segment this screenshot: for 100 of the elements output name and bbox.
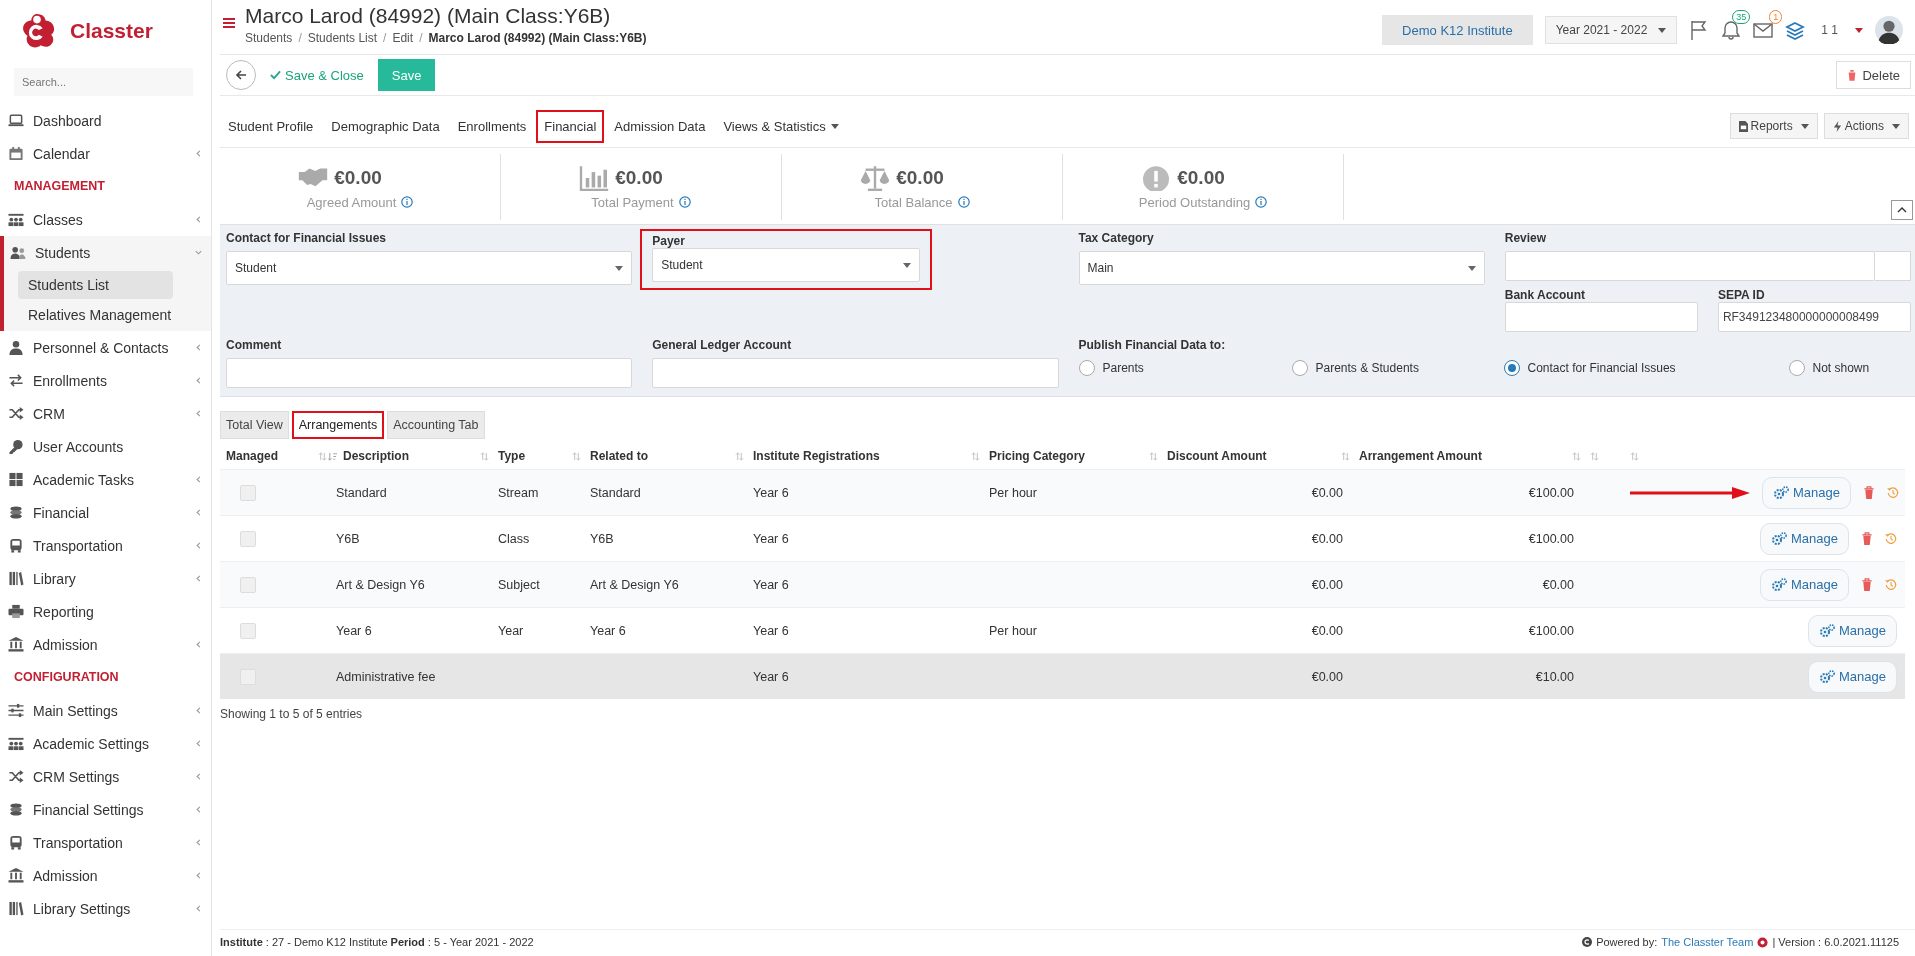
user-menu[interactable]: 1 1 xyxy=(1821,23,1838,37)
bell-icon[interactable] xyxy=(1721,20,1742,40)
sort-icon[interactable] xyxy=(572,451,581,461)
breadcrumb-link[interactable]: Students List xyxy=(307,31,378,45)
info-icon[interactable] xyxy=(401,196,414,208)
sidebar-item[interactable]: Calendar xyxy=(0,137,211,170)
history-icon[interactable] xyxy=(1885,578,1897,591)
column-header[interactable]: Description xyxy=(343,449,480,463)
tab[interactable]: Student Profile xyxy=(220,111,322,141)
manage-button[interactable]: Manage xyxy=(1760,522,1849,555)
checkbox[interactable] xyxy=(240,622,256,639)
column-header[interactable]: Pricing Category xyxy=(989,449,1149,463)
checkbox[interactable] xyxy=(240,484,256,501)
delete-button[interactable]: Delete xyxy=(1836,61,1911,89)
tab[interactable]: Total View xyxy=(220,411,289,439)
sidebar-item[interactable]: Classes xyxy=(0,203,211,236)
collapse-button[interactable] xyxy=(1891,200,1913,220)
sort-icon[interactable] xyxy=(971,451,980,461)
column-header[interactable]: Institute Registrations xyxy=(753,449,971,463)
sort-icon[interactable] xyxy=(328,451,337,461)
sidebar-item[interactable]: CRM Settings xyxy=(0,760,211,793)
tab[interactable]: Accounting Tab xyxy=(387,411,485,439)
sort-icon[interactable] xyxy=(1572,451,1581,461)
radio-button[interactable] xyxy=(1788,360,1805,376)
envelope-icon[interactable] xyxy=(1753,20,1774,40)
reports-button[interactable]: Reports xyxy=(1729,113,1818,139)
search-field[interactable]: Search... xyxy=(14,68,193,96)
column-header[interactable]: Related to xyxy=(590,449,735,463)
trash-icon[interactable] xyxy=(1861,578,1873,591)
sidebar-item[interactable]: Financial Settings xyxy=(0,793,211,826)
sidebar-item[interactable]: CRM xyxy=(0,397,211,430)
breadcrumb-link[interactable]: Edit xyxy=(392,31,414,45)
sidebar-item[interactable]: Admission xyxy=(0,859,211,892)
sidebar-item[interactable]: Enrollments xyxy=(0,364,211,397)
sidebar-item[interactable]: Transportation xyxy=(0,826,211,859)
caret-icon[interactable] xyxy=(1855,27,1863,33)
history-icon[interactable] xyxy=(1887,486,1899,499)
year-dropdown[interactable]: Year 2021 - 2022 xyxy=(1544,16,1678,44)
checkbox[interactable] xyxy=(240,576,256,593)
contact-dropdown[interactable]: Student xyxy=(226,251,633,285)
sidebar-item[interactable]: Personnel & Contacts xyxy=(0,331,211,364)
sidebar-subitem[interactable]: Relatives Management xyxy=(18,301,173,329)
sidebar-item[interactable]: Reporting xyxy=(0,595,211,628)
trash-icon[interactable] xyxy=(1863,486,1875,499)
sidebar-item[interactable]: Academic Settings xyxy=(0,727,211,760)
back-button[interactable] xyxy=(226,60,256,90)
manage-button[interactable]: Manage xyxy=(1762,476,1851,509)
manage-button[interactable]: Manage xyxy=(1760,568,1849,601)
sidebar-item[interactable]: Library xyxy=(0,562,211,595)
ledger-account-field[interactable] xyxy=(652,358,1059,388)
column-header[interactable]: Type xyxy=(498,449,572,463)
sort-icon[interactable] xyxy=(1630,451,1639,461)
sidebar-item[interactable]: Financial xyxy=(0,496,211,529)
review-field[interactable] xyxy=(1504,251,1875,281)
table-row[interactable]: Standard Stream Standard Year 6 Per hour €0.00 €100.00 Manage xyxy=(220,469,1905,515)
menu-icon[interactable] xyxy=(223,18,235,28)
trash-icon[interactable] xyxy=(1861,532,1873,545)
radio-button[interactable] xyxy=(1503,360,1520,376)
avatar-icon[interactable] xyxy=(1875,16,1903,44)
comment-field[interactable] xyxy=(226,358,633,388)
manage-button[interactable]: Manage xyxy=(1808,614,1897,647)
sidebar-subitem[interactable]: Students List xyxy=(18,271,173,299)
radio-button[interactable] xyxy=(1078,360,1095,376)
column-header[interactable]: Arrangement Amount xyxy=(1359,449,1572,463)
bank-account-field[interactable] xyxy=(1504,302,1698,332)
layers-icon[interactable] xyxy=(1785,20,1806,40)
sidebar-item[interactable]: Dashboard xyxy=(0,104,211,137)
sidebar-item[interactable]: Academic Tasks xyxy=(0,463,211,496)
sort-icon[interactable] xyxy=(318,451,327,461)
tab[interactable]: Arrangements xyxy=(291,411,385,439)
tax-category-dropdown[interactable]: Main xyxy=(1078,251,1485,285)
tab[interactable]: Admission Data xyxy=(606,111,714,141)
column-header[interactable]: Managed xyxy=(226,449,318,463)
sidebar-item[interactable]: User Accounts xyxy=(0,430,211,463)
payer-dropdown[interactable]: Student xyxy=(652,248,921,282)
sort-icon[interactable] xyxy=(1590,451,1599,461)
history-icon[interactable] xyxy=(1885,532,1897,545)
actions-button[interactable]: Actions xyxy=(1823,113,1909,139)
table-row[interactable]: Art & Design Y6 Subject Art & Design Y6 Year 6 €0.00 €0.00 Manage xyxy=(220,561,1905,607)
radio-button[interactable] xyxy=(1291,360,1308,376)
sort-icon[interactable] xyxy=(1149,451,1158,461)
manage-button[interactable]: Manage xyxy=(1808,660,1897,693)
sidebar-item[interactable]: Library Settings xyxy=(0,892,211,925)
sidebar-item[interactable]: Main Settings xyxy=(0,694,211,727)
info-icon[interactable] xyxy=(1255,196,1268,208)
tab[interactable]: Financial xyxy=(536,109,605,143)
tab[interactable]: Demographic Data xyxy=(323,111,448,141)
institute-button[interactable]: Demo K12 Institute xyxy=(1382,15,1533,45)
tab[interactable]: Enrollments xyxy=(449,111,535,141)
info-icon[interactable] xyxy=(957,196,970,208)
team-link[interactable]: The Classter Team xyxy=(1661,936,1754,948)
sidebar-item[interactable]: Students xyxy=(4,236,211,269)
sidebar-item[interactable]: Admission xyxy=(0,628,211,661)
checkbox[interactable] xyxy=(240,530,256,547)
column-header[interactable]: Discount Amount xyxy=(1167,449,1341,463)
tab[interactable]: Views & Statistics xyxy=(715,111,847,141)
sidebar-item[interactable]: Transportation xyxy=(0,529,211,562)
breadcrumb-link[interactable]: Students xyxy=(245,31,293,45)
sepa-id-field[interactable]: RF349123480000000008499 xyxy=(1717,302,1911,332)
sort-icon[interactable] xyxy=(1341,451,1350,461)
